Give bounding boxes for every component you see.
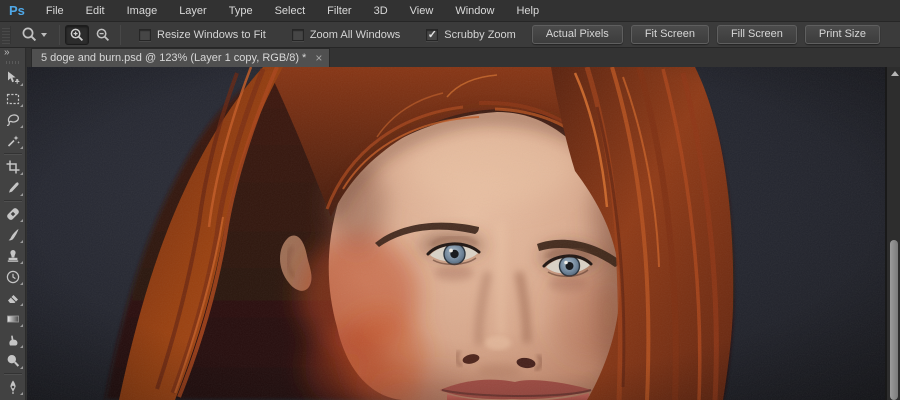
rectangular-marquee-tool[interactable] <box>1 88 25 109</box>
zoom-in-icon <box>70 28 84 41</box>
fit-screen-button[interactable]: Fit Screen <box>630 25 709 44</box>
move-tool[interactable] <box>1 67 25 88</box>
brush-tool[interactable] <box>1 224 25 245</box>
clone-stamp-icon <box>7 249 18 262</box>
zoom-tool-preset[interactable] <box>11 26 55 43</box>
menu-edit[interactable]: Edit <box>75 5 116 17</box>
dodge-tool[interactable] <box>1 350 25 371</box>
checkbox-label: Scrubby Zoom <box>444 28 516 41</box>
magic-wand-icon <box>7 135 20 147</box>
gradient-tool[interactable] <box>1 308 25 329</box>
pen-icon <box>9 380 16 394</box>
checkbox-resize-windows-to-fit[interactable]: Resize Windows to Fit <box>139 28 266 41</box>
crop-icon <box>6 160 19 173</box>
lasso-icon <box>6 113 19 126</box>
menu-window[interactable]: Window <box>444 5 505 17</box>
tool-palette: » <box>0 48 26 400</box>
crop-tool[interactable] <box>1 156 25 177</box>
menu-view[interactable]: View <box>399 5 445 17</box>
eraser-icon <box>7 294 18 303</box>
menu-help[interactable]: Help <box>505 5 550 17</box>
menu-image[interactable]: Image <box>116 5 169 17</box>
actual-pixels-button[interactable]: Actual Pixels <box>531 25 623 44</box>
document-tab-bar: 5 doge and burn.psd @ 123% (Layer 1 copy… <box>27 48 900 67</box>
magic-wand-tool[interactable] <box>1 130 25 151</box>
eyedropper-icon <box>8 181 19 193</box>
photoshop-logo: Ps <box>9 3 25 18</box>
film-grain <box>27 67 885 400</box>
move-icon <box>7 71 19 84</box>
menu-3d[interactable]: 3D <box>363 5 399 17</box>
chevron-down-icon <box>41 32 47 37</box>
menu-bar: Ps File Edit Image Layer Type Select Fil… <box>0 0 900 22</box>
tool-palette-grip[interactable] <box>5 61 20 64</box>
dodge-icon <box>7 354 19 367</box>
checkbox-box <box>139 28 151 41</box>
document-canvas[interactable] <box>27 66 885 400</box>
spot-healing-brush-tool[interactable] <box>1 203 25 224</box>
menu-layer[interactable]: Layer <box>168 5 218 17</box>
zoom-in-button[interactable] <box>65 24 89 45</box>
photoshop-window: Ps File Edit Image Layer Type Select Fil… <box>0 0 900 400</box>
brush-icon <box>8 228 18 240</box>
menu-select[interactable]: Select <box>264 5 317 17</box>
zoom-tool-icon <box>22 27 37 42</box>
zoom-out-button[interactable] <box>91 25 115 45</box>
checkbox-box <box>291 28 304 41</box>
scrollbar-thumb[interactable] <box>890 240 898 400</box>
menu-file[interactable]: File <box>35 5 75 17</box>
eraser-tool[interactable] <box>1 287 25 308</box>
menu-filter[interactable]: Filter <box>316 5 362 17</box>
lasso-tool[interactable] <box>1 109 25 130</box>
collapse-panel-icon[interactable]: » <box>0 48 25 59</box>
checkbox-scrubby-zoom[interactable]: ✓ Scrubby Zoom <box>426 28 516 41</box>
healing-brush-icon <box>6 207 19 220</box>
menu-type[interactable]: Type <box>218 5 264 17</box>
checkbox-label: Resize Windows to Fit <box>157 28 266 41</box>
document-tab-title: 5 doge and burn.psd @ 123% (Layer 1 copy… <box>41 52 307 64</box>
options-bar-grip[interactable] <box>2 25 11 44</box>
fill-screen-button[interactable]: Fill Screen <box>716 25 797 44</box>
pen-tool[interactable] <box>1 376 25 397</box>
portrait-image <box>27 66 885 400</box>
clone-stamp-tool[interactable] <box>1 245 25 266</box>
document-tab[interactable]: 5 doge and burn.psd @ 123% (Layer 1 copy… <box>31 48 331 67</box>
marquee-icon <box>6 93 19 104</box>
print-size-button[interactable]: Print Size <box>804 25 880 44</box>
gradient-icon <box>6 315 19 322</box>
scrollbar-arrow-icon[interactable] <box>891 71 899 76</box>
smudge-tool[interactable] <box>1 329 25 350</box>
vertical-scrollbar[interactable] <box>885 67 900 400</box>
checkbox-zoom-all-windows[interactable]: Zoom All Windows <box>291 28 401 41</box>
history-brush-icon <box>6 270 19 283</box>
smudge-icon <box>8 335 17 345</box>
checkbox-label: Zoom All Windows <box>309 28 401 41</box>
checkbox-box: ✓ <box>426 28 439 41</box>
eyedropper-tool[interactable] <box>1 177 25 198</box>
zoom-out-icon <box>96 28 110 41</box>
options-bar: Resize Windows to Fit Zoom All Windows ✓… <box>0 22 900 48</box>
tab-close-icon[interactable]: × <box>315 52 322 64</box>
history-brush-tool[interactable] <box>1 266 25 287</box>
